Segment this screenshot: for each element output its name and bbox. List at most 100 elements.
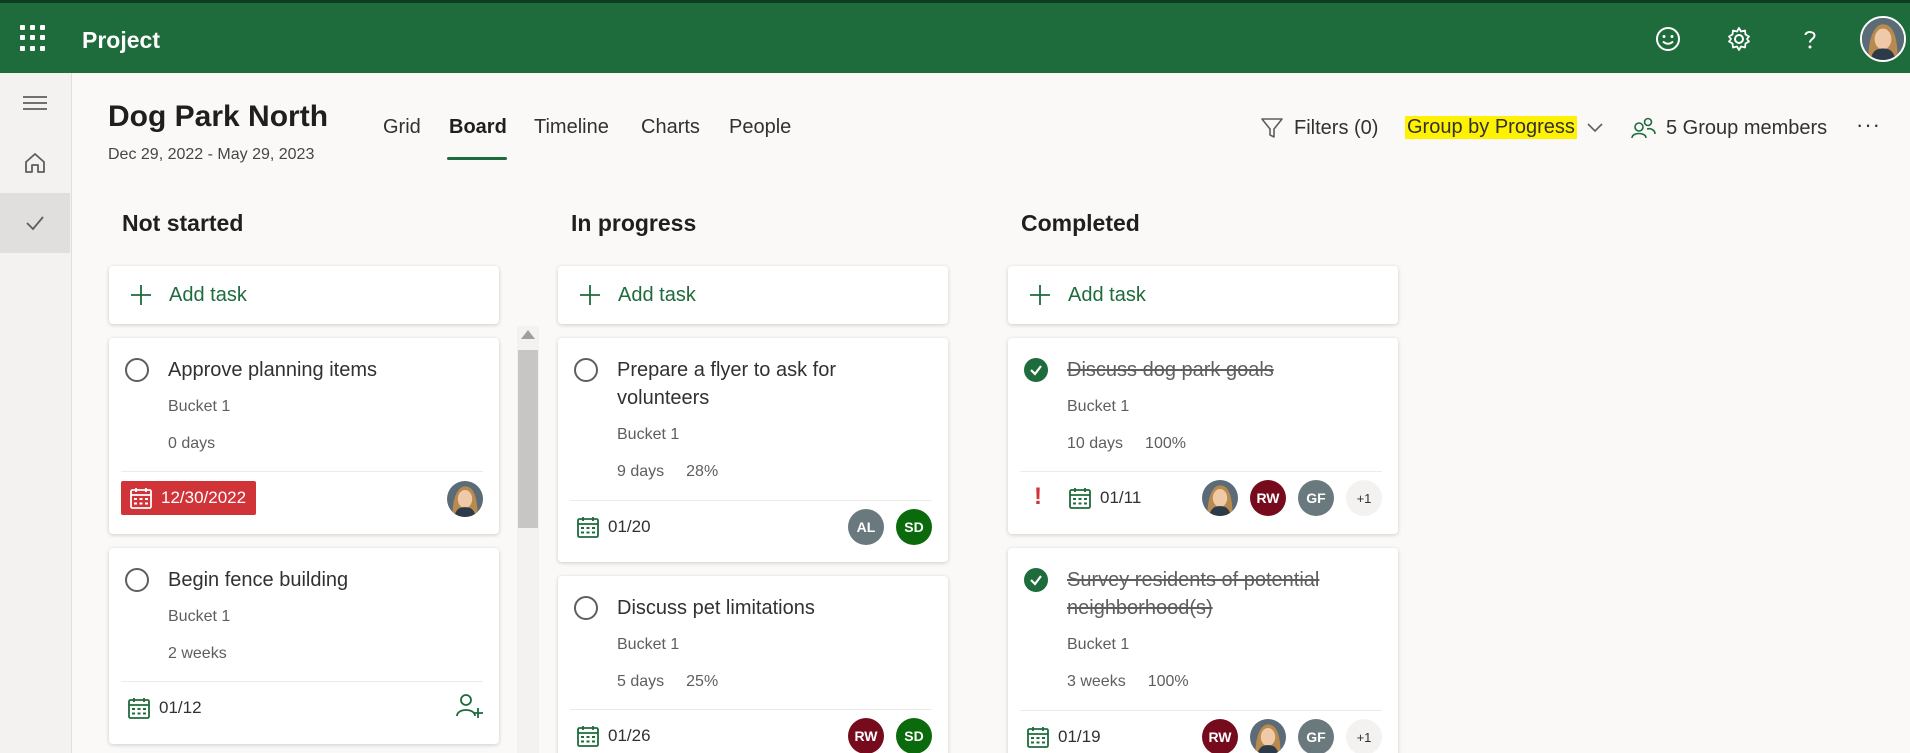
task-card[interactable]: Prepare a flyer to ask for volunteers Bu…	[558, 338, 948, 562]
tasks-check-icon[interactable]	[0, 193, 70, 253]
avatar[interactable]: GF	[1298, 719, 1334, 753]
tab-grid[interactable]: Grid	[383, 116, 421, 139]
due-date-label: 01/26	[608, 726, 651, 745]
add-task-label: Add task	[169, 283, 247, 306]
assignees: RW GF +1	[1202, 480, 1382, 516]
bucket-label: Bucket 1	[168, 608, 231, 625]
avatar[interactable]: SD	[896, 718, 932, 753]
assignees: RW GF +1	[1202, 719, 1382, 753]
due-date[interactable]: 01/11	[1062, 481, 1147, 515]
add-task-label: Add task	[1068, 283, 1146, 306]
due-date[interactable]: 01/19	[1020, 720, 1107, 753]
avatar[interactable]: RW	[848, 718, 884, 753]
complete-checkbox[interactable]	[125, 568, 149, 592]
task-title: Discuss dog park goals	[1067, 359, 1274, 381]
bucket-label: Bucket 1	[617, 636, 680, 653]
task-card[interactable]: Approve planning items Bucket 1 0 days 1…	[109, 338, 499, 534]
calendar-icon	[576, 724, 600, 748]
task-title: Survey residents of potential neighborho…	[1067, 569, 1320, 619]
people-icon	[1631, 117, 1656, 139]
assignees: RW SD	[848, 718, 932, 753]
complete-checkbox[interactable]	[574, 358, 598, 382]
avatar[interactable]: RW	[1202, 719, 1238, 753]
avatar[interactable]	[1202, 480, 1238, 516]
task-title: Begin fence building	[168, 569, 349, 591]
priority-important-icon: !	[1034, 483, 1042, 510]
plus-icon	[580, 285, 600, 305]
progress-meta: 9 days 28%	[617, 463, 718, 481]
due-date[interactable]: 01/12	[121, 691, 208, 725]
completed-check-icon[interactable]	[1024, 568, 1048, 592]
plus-icon	[131, 285, 151, 305]
group-members-button[interactable]: 5 Group members	[1630, 116, 1827, 140]
calendar-icon	[127, 696, 151, 720]
due-date[interactable]: 01/20	[570, 510, 657, 544]
group-by-dropdown[interactable]: Group by Progress	[1405, 116, 1603, 139]
column-title-in-progress: In progress	[571, 210, 697, 236]
duration-label: 2 weeks	[168, 645, 227, 662]
card-divider	[121, 471, 483, 472]
due-date[interactable]: 01/26	[570, 719, 657, 753]
task-card[interactable]: Discuss pet limitations Bucket 1 5 days 2…	[558, 576, 948, 753]
add-task-button[interactable]: Add task	[558, 266, 948, 324]
complete-checkbox[interactable]	[125, 358, 149, 382]
progress-meta: 10 days 100%	[1067, 435, 1186, 453]
tab-charts[interactable]: Charts	[641, 116, 700, 139]
duration-label: 5 days	[617, 673, 665, 690]
left-rail	[0, 73, 72, 753]
task-card[interactable]: Begin fence building Bucket 1 2 weeks 01…	[109, 548, 499, 744]
task-title: Approve planning items	[168, 359, 378, 381]
avatar[interactable]: SD	[896, 509, 932, 545]
filters-button[interactable]: Filters (0)	[1260, 116, 1378, 140]
completed-check-icon[interactable]	[1024, 358, 1048, 382]
profile-avatar[interactable]	[1860, 16, 1906, 62]
tab-board[interactable]: Board	[449, 116, 507, 139]
task-title: Prepare a flyer to ask for volunteers	[617, 359, 836, 409]
bucket-label: Bucket 1	[168, 398, 231, 415]
column-title-completed: Completed	[1021, 210, 1140, 236]
tab-timeline[interactable]: Timeline	[534, 116, 609, 139]
percent-complete: 28%	[686, 463, 719, 480]
hamburger-icon[interactable]	[0, 73, 70, 133]
calendar-icon	[576, 515, 600, 539]
top-bar: Project	[0, 0, 1910, 73]
add-task-button[interactable]: Add task	[1008, 266, 1398, 324]
group-by-label: Group by Progress	[1405, 116, 1577, 139]
bucket-label: Bucket 1	[617, 426, 680, 443]
more-assignees-badge[interactable]: +1	[1346, 480, 1382, 516]
project-dates: Dec 29, 2022 - May 29, 2023	[108, 146, 315, 163]
help-icon[interactable]	[1796, 25, 1824, 53]
avatar[interactable]: AL	[848, 509, 884, 545]
complete-checkbox[interactable]	[574, 596, 598, 620]
home-icon[interactable]	[0, 133, 70, 193]
gear-icon[interactable]	[1725, 25, 1753, 53]
avatar[interactable]: GF	[1298, 480, 1334, 516]
progress-meta: 3 weeks 100%	[1067, 673, 1189, 691]
duration-label: 3 weeks	[1067, 673, 1126, 690]
filters-label: Filters (0)	[1294, 116, 1379, 139]
due-date-label: 01/11	[1100, 488, 1142, 507]
due-date-overdue[interactable]: 12/30/2022	[121, 481, 257, 515]
scroll-thumb[interactable]	[518, 350, 538, 528]
due-date-label: 12/30/2022	[161, 488, 247, 507]
assign-person-icon[interactable]	[455, 691, 483, 719]
app-name[interactable]: Project	[82, 27, 160, 54]
more-assignees-badge[interactable]: +1	[1346, 719, 1382, 753]
avatar[interactable]	[447, 481, 483, 517]
waffle-icon[interactable]	[20, 25, 46, 51]
avatar[interactable]: RW	[1250, 480, 1286, 516]
task-card[interactable]: Survey residents of potential neighborho…	[1008, 548, 1398, 753]
add-task-button[interactable]: Add task	[109, 266, 499, 324]
scroll-up-arrow[interactable]	[521, 330, 535, 339]
more-options-button[interactable]: ···	[1856, 112, 1881, 138]
assignees: AL SD	[848, 509, 932, 545]
avatar[interactable]	[1250, 719, 1286, 753]
due-date-label: 01/19	[1058, 727, 1101, 746]
bucket-label: Bucket 1	[1067, 636, 1130, 653]
task-card[interactable]: Discuss dog park goals Bucket 1 10 days 1…	[1008, 338, 1398, 534]
smiley-icon[interactable]	[1654, 25, 1682, 53]
percent-complete: 100%	[1145, 435, 1186, 452]
duration-label: 0 days	[168, 435, 216, 452]
chevron-down-icon	[1587, 122, 1603, 132]
tab-people[interactable]: People	[729, 116, 791, 139]
